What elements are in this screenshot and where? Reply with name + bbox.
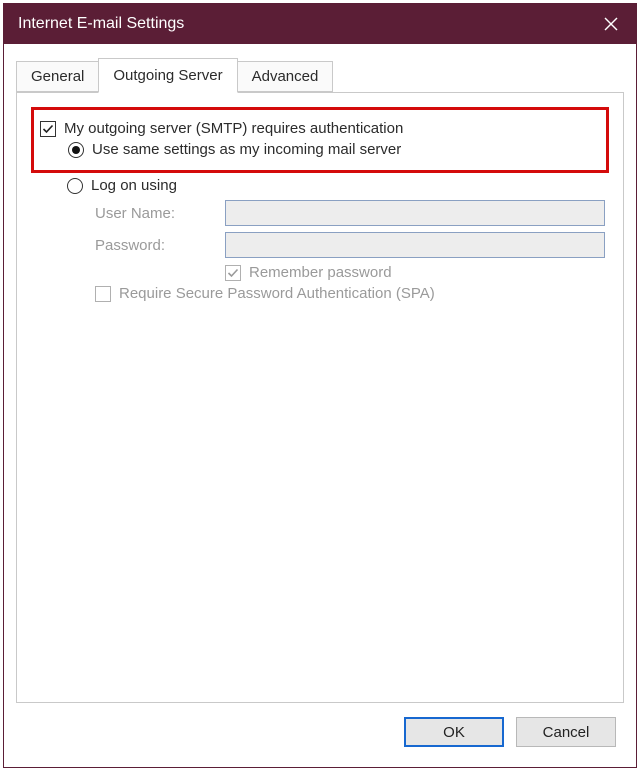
require-spa-label: Require Secure Password Authentication (…: [119, 285, 435, 302]
require-spa-checkbox[interactable]: [95, 286, 111, 302]
remember-password-label: Remember password: [249, 264, 392, 281]
tab-outgoing-server[interactable]: Outgoing Server: [98, 58, 237, 93]
requires-auth-label: My outgoing server (SMTP) requires authe…: [64, 120, 403, 137]
user-name-label: User Name:: [95, 205, 225, 222]
require-spa-row: Require Secure Password Authentication (…: [95, 285, 613, 302]
dialog-content: General Outgoing Server Advanced My outg…: [4, 44, 636, 767]
use-same-settings-row: Use same settings as my incoming mail se…: [68, 141, 600, 158]
password-label: Password:: [95, 237, 225, 254]
tabstrip: General Outgoing Server Advanced: [16, 60, 624, 92]
close-icon: [604, 17, 618, 31]
remember-password-checkbox[interactable]: [225, 265, 241, 281]
tab-advanced[interactable]: Advanced: [237, 61, 334, 92]
radio-dot-icon: [72, 146, 80, 154]
tab-outgoing-label: Outgoing Server: [113, 67, 222, 84]
cancel-button-label: Cancel: [543, 724, 590, 741]
user-name-row: User Name:: [95, 200, 613, 226]
titlebar: Internet E-mail Settings: [4, 4, 636, 44]
tab-general[interactable]: General: [16, 61, 99, 92]
user-name-input[interactable]: [225, 200, 605, 226]
use-same-settings-label: Use same settings as my incoming mail se…: [92, 141, 401, 158]
requires-auth-checkbox[interactable]: [40, 121, 56, 137]
tab-advanced-label: Advanced: [252, 68, 319, 85]
check-icon: [227, 267, 239, 279]
log-on-using-radio[interactable]: [67, 178, 83, 194]
password-input[interactable]: [225, 232, 605, 258]
check-icon: [42, 123, 54, 135]
log-on-using-row: Log on using: [67, 177, 613, 194]
use-same-settings-radio[interactable]: [68, 142, 84, 158]
cancel-button[interactable]: Cancel: [516, 717, 616, 747]
ok-button[interactable]: OK: [404, 717, 504, 747]
requires-auth-row: My outgoing server (SMTP) requires authe…: [40, 120, 600, 137]
log-on-using-label: Log on using: [91, 177, 177, 194]
tab-general-label: General: [31, 68, 84, 85]
annotation-highlight: My outgoing server (SMTP) requires authe…: [31, 107, 609, 173]
remember-password-row: Remember password: [225, 264, 613, 281]
ok-button-label: OK: [443, 724, 465, 741]
dialog-buttons: OK Cancel: [16, 703, 624, 755]
email-settings-dialog: Internet E-mail Settings General Outgoin…: [3, 3, 637, 768]
window-title: Internet E-mail Settings: [18, 15, 184, 33]
close-button[interactable]: [586, 4, 636, 44]
password-row: Password:: [95, 232, 613, 258]
outgoing-server-panel: My outgoing server (SMTP) requires authe…: [16, 92, 624, 703]
